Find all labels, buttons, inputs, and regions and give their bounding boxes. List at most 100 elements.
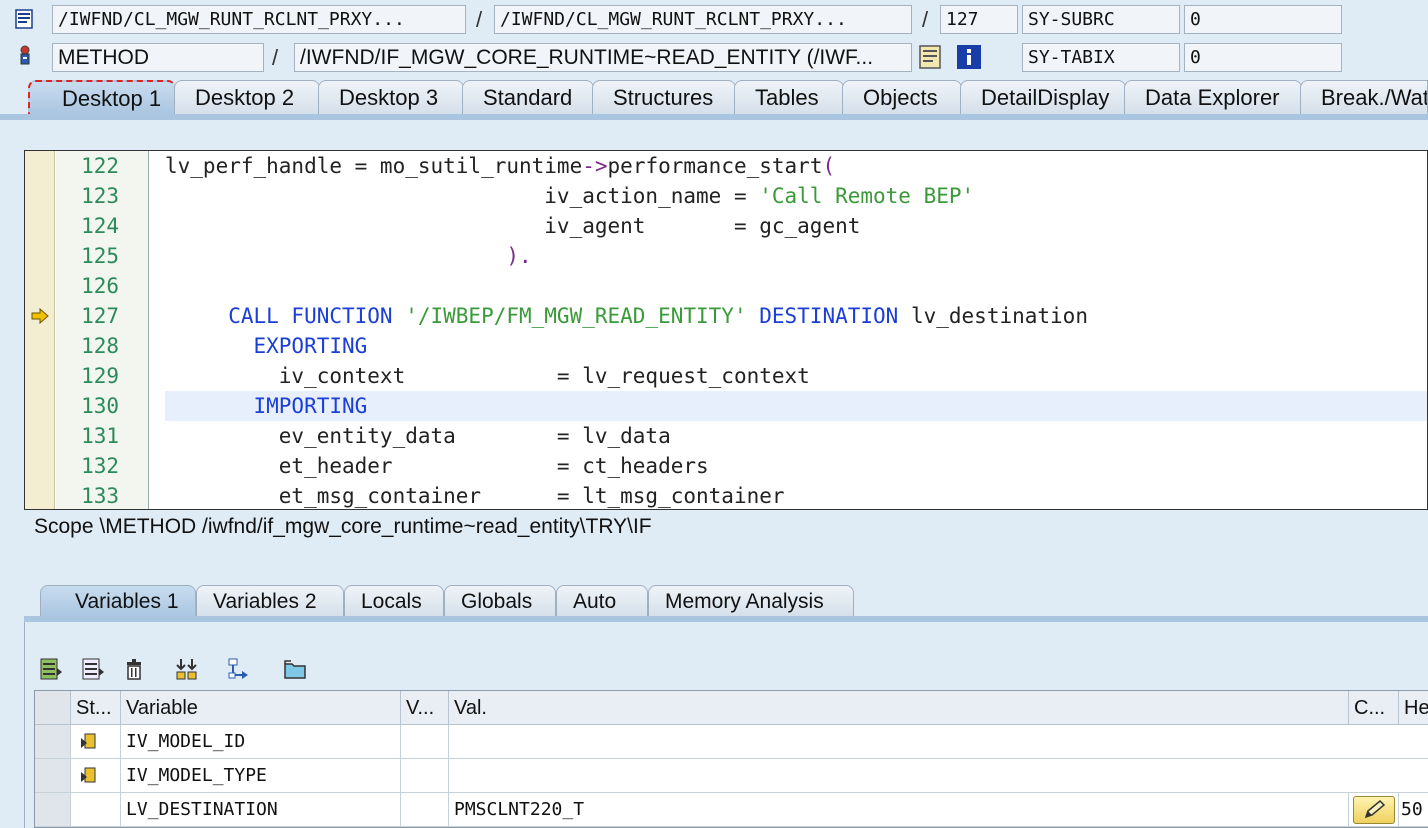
code-text: IMPORTING [165,391,368,421]
tab-tables[interactable]: Tables [734,80,844,115]
value-cell[interactable] [449,725,1428,759]
column-header-status[interactable]: St... [71,691,121,725]
code-token: et_msg_container = lt_msg_container [165,484,785,508]
tab-variables-1[interactable]: Variables 1 [40,585,196,618]
code-text: lv_perf_handle = mo_sutil_runtime->perfo… [165,151,835,181]
open-folder-icon[interactable] [282,656,308,682]
code-token: ev_entity_data = lv_data [165,424,671,448]
import-variables-icon[interactable] [80,656,106,682]
pencil-icon [1364,799,1386,819]
code-token: lv_perf_handle = mo_sutil_runtime [165,154,583,178]
variable-list-icon[interactable] [38,656,64,682]
current-statement-arrow-icon [31,308,49,324]
separator: / [272,45,279,70]
code-token: iv_agent = gc_agent [165,214,861,238]
code-text: et_header = ct_headers [165,451,709,481]
code-line[interactable]: 131 ev_entity_data = lv_data [25,421,1427,451]
row-selector[interactable] [35,793,71,827]
code-line[interactable]: 127 CALL FUNCTION '/IWBEP/FM_MGW_READ_EN… [25,301,1427,331]
edit-value-button[interactable] [1353,796,1395,824]
info-icon[interactable] [956,44,982,70]
code-token: et_header = ct_headers [165,454,709,478]
keyword-token: EXPORTING [165,334,368,358]
sort-icon[interactable] [174,656,200,682]
code-line[interactable]: 125 ). [25,241,1427,271]
code-line[interactable]: 132 et_header = ct_headers [25,451,1427,481]
code-line[interactable]: 129 iv_context = lv_request_context [25,361,1427,391]
code-line[interactable]: 128 EXPORTING [25,331,1427,361]
sy-tabix-value: 0 [1184,43,1342,72]
program-icon[interactable] [14,8,36,30]
variable-name[interactable]: IV_MODEL_TYPE [121,759,401,793]
line-number: 130 [81,394,119,418]
desktop-tab-bar: Desktop 1 Desktop 2 Desktop 3 Standard S… [0,78,1428,116]
column-header-variable[interactable]: Variable [121,691,401,725]
sy-tabix-label[interactable]: SY-TABIX [1022,43,1180,72]
code-line[interactable]: 122 lv_perf_handle = mo_sutil_runtime->pe… [25,151,1427,181]
variables-table: St... Variable V... Val. C... He IV_MODE… [34,690,1428,828]
line-number-field[interactable]: 127 [940,5,1018,34]
tab-desktop-2[interactable]: Desktop 2 [174,80,320,115]
line-number: 127 [81,304,119,328]
sy-subrc-value: 0 [1184,5,1342,34]
line-number: 132 [81,454,119,478]
value-cell[interactable] [449,759,1428,793]
row-selector[interactable] [35,725,71,759]
code-text: et_msg_container = lt_msg_container [165,481,785,509]
tab-strip [0,114,1428,120]
tab-desktop-1[interactable]: Desktop 1 [28,80,176,115]
tab-memory-analysis[interactable]: Memory Analysis [648,585,854,618]
code-line[interactable]: 124 iv_agent = gc_agent [25,211,1427,241]
code-line[interactable]: 133 et_msg_container = lt_msg_container [25,481,1427,509]
code-line[interactable]: 123 iv_action_name = 'Call Remote BEP' [25,181,1427,211]
tab-auto[interactable]: Auto [556,585,648,618]
tab-break-watch[interactable]: Break./Watch [1300,80,1428,115]
tab-desktop-3[interactable]: Desktop 3 [318,80,464,115]
code-text: ). [165,241,531,271]
status-cell [71,759,121,793]
string-token: '/IWBEP/FM_MGW_READ_ENTITY' [405,304,747,328]
delete-icon[interactable] [122,656,148,682]
variable-name[interactable]: IV_MODEL_ID [121,725,401,759]
line-number: 123 [81,184,119,208]
v-cell [401,793,449,827]
status-cell [71,793,121,827]
variable-name[interactable]: LV_DESTINATION [121,793,401,827]
row-selector[interactable] [35,759,71,793]
column-header-change[interactable]: C... [1349,691,1399,725]
source-code-editor[interactable]: 122 lv_perf_handle = mo_sutil_runtime->pe… [24,150,1428,510]
code-line[interactable]: 126 [25,271,1427,301]
tab-data-explorer[interactable]: Data Explorer [1124,80,1302,115]
sy-subrc-label[interactable]: SY-SUBRC [1022,5,1180,34]
tab-variables-2[interactable]: Variables 2 [196,585,344,618]
event-name-field[interactable]: /IWFND/IF_MGW_CORE_RUNTIME~READ_ENTITY (… [294,43,912,72]
column-header-v[interactable]: V... [401,691,449,725]
code-text: EXPORTING [165,331,368,361]
line-number: 128 [81,334,119,358]
keyword-token: DESTINATION [746,304,899,328]
column-header-value[interactable]: Val. [449,691,1349,725]
event-type-field[interactable]: METHOD [52,43,264,72]
program-field[interactable]: /IWFND/CL_MGW_RUNT_RCLNT_PRXY... [52,5,466,34]
transfer-icon[interactable] [226,656,252,682]
tab-locals[interactable]: Locals [344,585,444,618]
variables-tab-bar: Variables 1 Variables 2 Locals Globals A… [0,582,1428,618]
code-line[interactable]: 130 IMPORTING [25,391,1427,421]
tab-objects[interactable]: Objects [842,80,962,115]
include-field[interactable]: /IWFND/CL_MGW_RUNT_RCLNT_PRXY... [494,5,912,34]
tab-structures[interactable]: Structures [592,80,736,115]
tab-globals[interactable]: Globals [444,585,556,618]
display-details-icon[interactable] [918,44,944,70]
string-token: 'Call Remote BEP' [759,184,975,208]
column-header-hex[interactable]: He [1399,691,1428,725]
hex-cell: 50 [1399,793,1428,827]
punctuation-token: -> [582,154,608,178]
row-selector-header[interactable] [35,691,71,725]
method-icon[interactable] [14,44,36,66]
variables-tab-strip [24,616,1428,622]
code-text: iv_context = lv_request_context [165,361,810,391]
tab-standard[interactable]: Standard [462,80,594,115]
debugger-header-row-2: METHOD / /IWFND/IF_MGW_CORE_RUNTIME~READ… [0,38,1428,76]
value-cell[interactable]: PMSCLNT220_T [449,793,1349,827]
tab-detail-display[interactable]: DetailDisplay [960,80,1126,115]
